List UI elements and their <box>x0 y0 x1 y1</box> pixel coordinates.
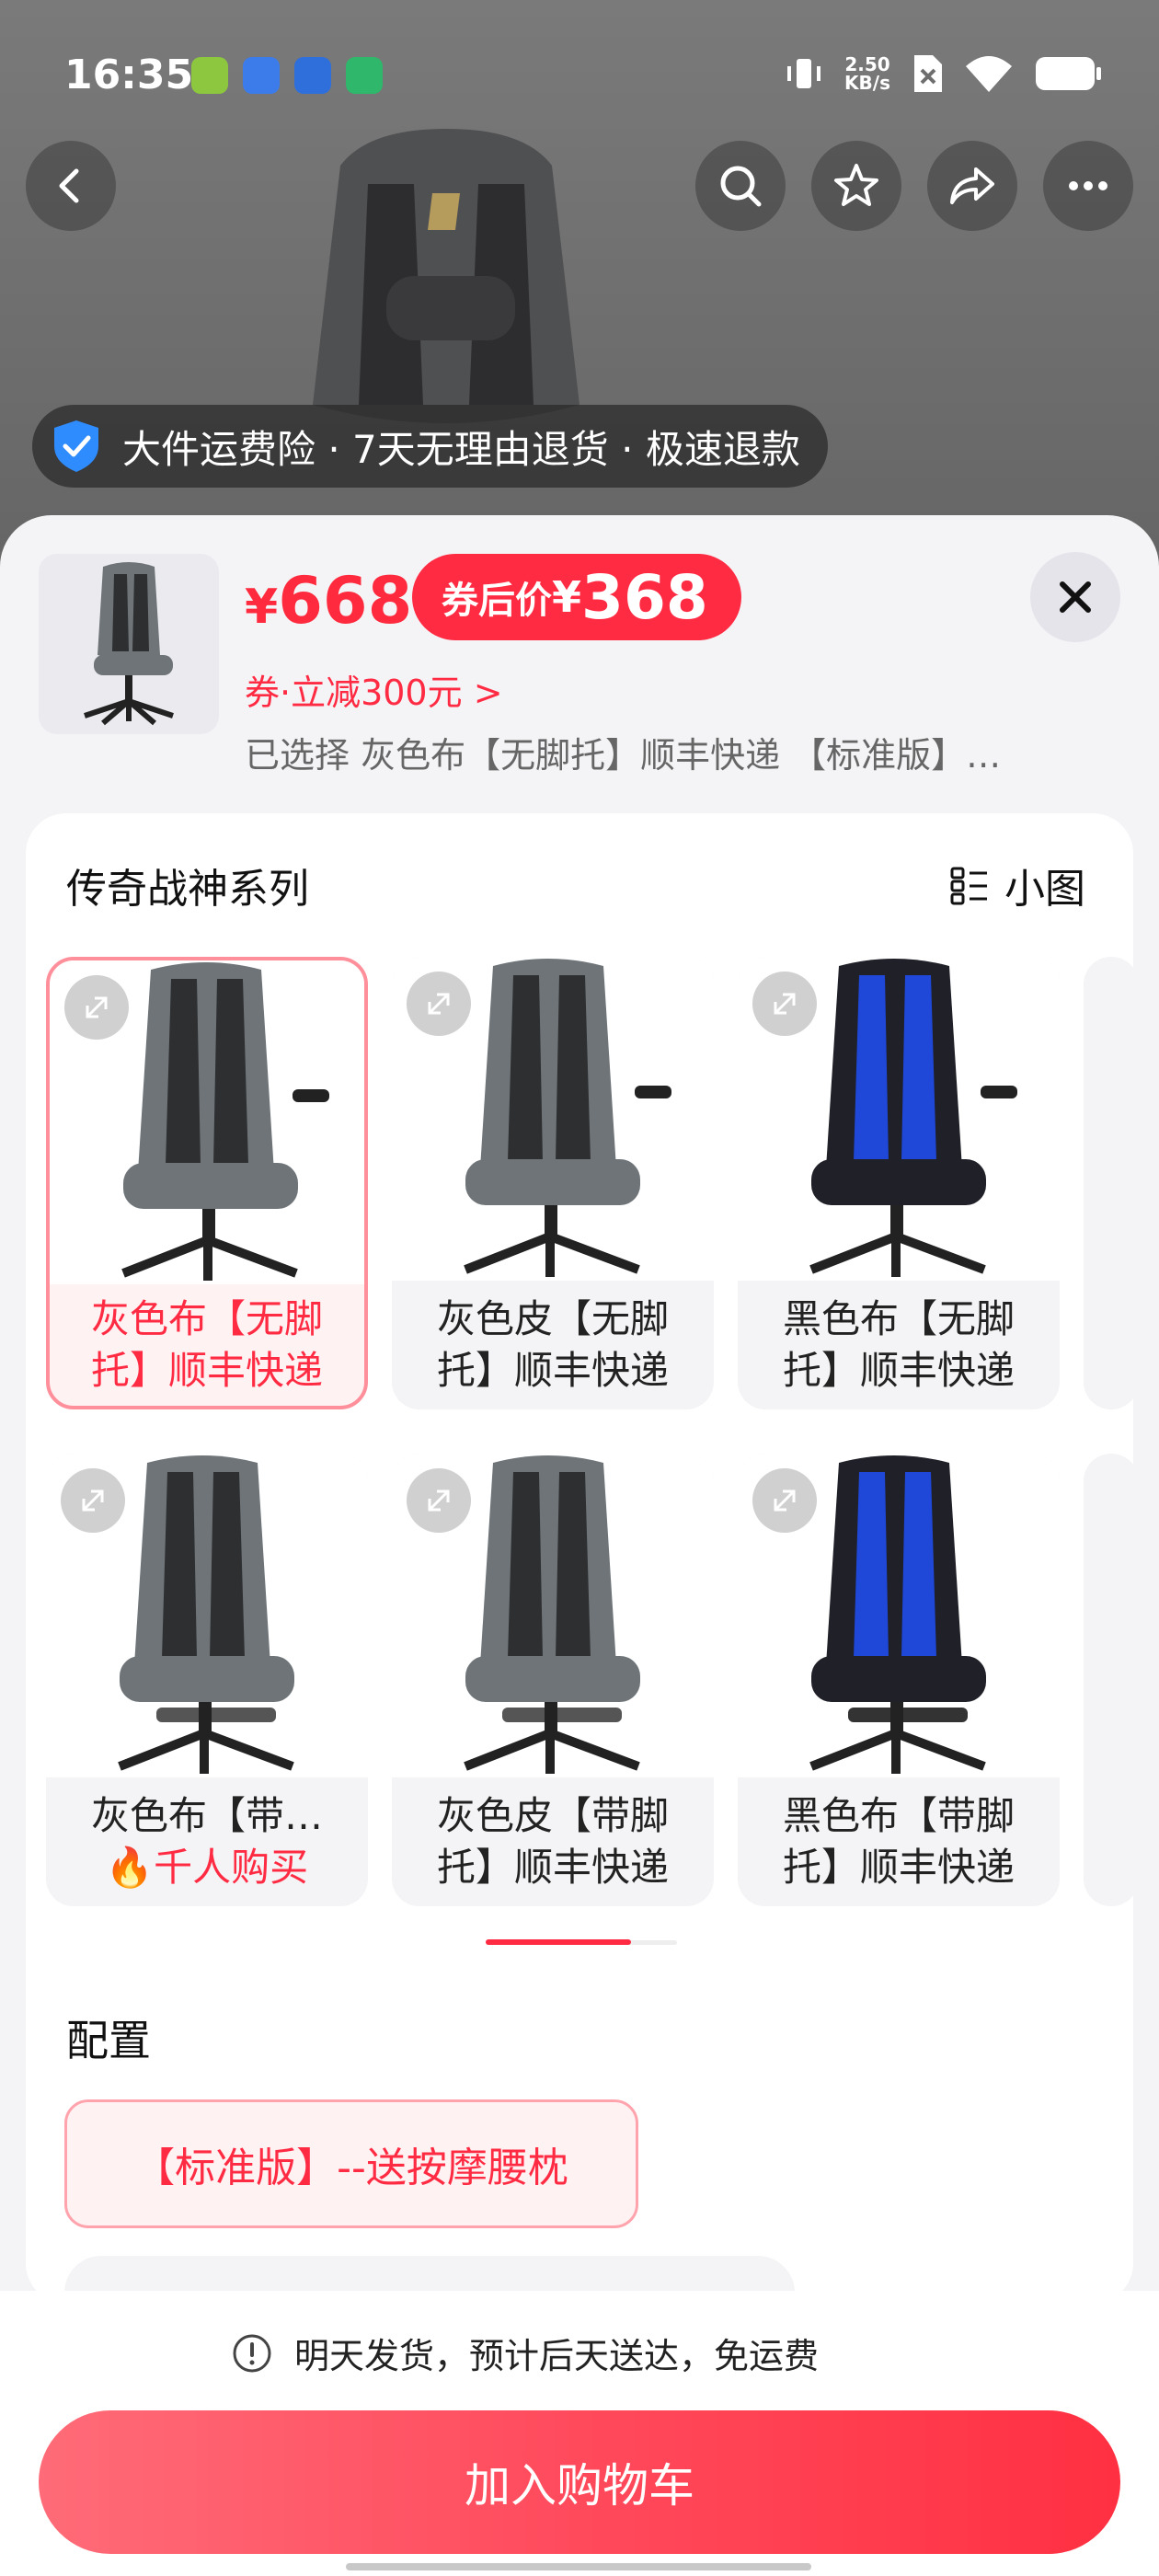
original-price: ¥668 <box>245 563 412 638</box>
flame-icon: 🔥 <box>105 1845 155 1890</box>
chair-thumbnail-image <box>84 562 174 726</box>
status-time: 16:35 <box>64 52 194 98</box>
pie-app-icon <box>294 57 331 94</box>
variant-label: 黑色布【带脚托】顺丰快递 <box>782 1793 1015 1890</box>
expand-icon <box>774 993 796 1015</box>
bubble-app-icon <box>243 57 280 94</box>
service-promo-banner: 大件运费险 · 7天无理由退货 · 极速退款 <box>32 405 828 488</box>
more-button[interactable] <box>1043 141 1133 231</box>
close-icon <box>1060 581 1091 613</box>
share-button[interactable] <box>927 141 1017 231</box>
selected-sku-thumbnail[interactable] <box>39 554 219 734</box>
leaf-app-icon <box>346 57 383 94</box>
network-speed-unit: KB/s <box>844 72 890 94</box>
view-toggle-label: 小图 <box>1004 866 1085 913</box>
series-title: 传奇战神系列 <box>66 866 309 913</box>
clipboard-app-icon <box>191 57 228 94</box>
variant-label: 黑色布【无脚托】顺丰快递 <box>782 1296 1015 1393</box>
coupon-price-label: 券后价 <box>442 580 552 622</box>
search-button[interactable] <box>695 141 786 231</box>
share-icon <box>950 167 994 204</box>
expand-icon <box>86 996 108 1018</box>
variant-tile[interactable]: 灰色布【带… 🔥千人购买 <box>46 1454 368 1906</box>
popularity-badge: 🔥千人购买 <box>106 1842 308 1893</box>
close-sheet-button[interactable] <box>1030 552 1120 642</box>
add-to-cart-button[interactable]: 加入购物车 <box>39 2410 1120 2554</box>
variant-tile[interactable]: 灰色皮【无脚托】顺丰快递 <box>392 957 714 1409</box>
back-arrow-icon <box>59 168 79 203</box>
home-indicator[interactable] <box>346 2563 811 2570</box>
battery-icon <box>1036 57 1101 90</box>
shipping-text: 明天发货，预计后天送达，免运费 <box>294 2336 820 2376</box>
variant-label: 灰色皮【带脚托】顺丰快递 <box>436 1793 669 1890</box>
network-speed-value: 2.50 <box>844 53 890 75</box>
view-toggle-button[interactable]: 小图 <box>949 856 1085 914</box>
status-bar: 16:35 2.50 KB/s <box>0 0 1159 147</box>
expand-image-button[interactable] <box>61 1468 125 1533</box>
no-sim-icon <box>914 55 942 92</box>
star-icon <box>834 164 878 206</box>
service-promo-text: 大件运费险 · 7天无理由退货 · 极速退款 <box>122 426 800 472</box>
wifi-icon <box>966 56 1012 92</box>
list-view-icon <box>950 867 987 905</box>
info-icon <box>233 2334 271 2372</box>
variant-image <box>738 957 1060 1281</box>
search-icon <box>720 166 762 207</box>
coupon-price-value: 368 <box>581 561 708 633</box>
variant-tile-partial[interactable] <box>1084 1454 1139 1906</box>
notification-icons <box>191 57 383 94</box>
variant-image <box>50 960 364 1284</box>
config-section-title: 配置 <box>66 2016 151 2065</box>
variant-image <box>392 957 714 1281</box>
coupon-price-currency: ¥ <box>552 572 582 622</box>
expand-image-button[interactable] <box>752 1468 817 1533</box>
variant-image <box>738 1454 1060 1777</box>
variant-image <box>392 1454 714 1777</box>
expand-icon <box>428 993 450 1015</box>
expand-icon <box>774 1489 796 1512</box>
variant-label: 灰色布【带… <box>90 1793 323 1838</box>
price-currency: ¥ <box>245 580 279 635</box>
variant-tile-partial[interactable] <box>1084 957 1139 1409</box>
more-icon <box>1069 181 1107 190</box>
config-option-standard[interactable]: 【标准版】--送按摩腰枕 <box>64 2099 638 2228</box>
selected-sku-summary: 已选择 灰色布【无脚托】顺丰快递 【标准版】… <box>245 735 1002 776</box>
expand-icon <box>428 1489 450 1512</box>
variant-tile[interactable]: 灰色皮【带脚托】顺丰快递 <box>392 1454 714 1906</box>
vibrate-icon <box>787 59 821 88</box>
system-status-icons: 2.50 KB/s <box>784 53 1102 94</box>
variant-label: 灰色皮【无脚托】顺丰快递 <box>436 1296 669 1393</box>
variant-label-group: 灰色布【带… 🔥千人购买 <box>46 1777 368 1906</box>
expand-image-button[interactable] <box>64 975 129 1040</box>
expand-image-button[interactable] <box>407 1468 471 1533</box>
back-button[interactable] <box>26 141 116 231</box>
variant-tile[interactable]: 黑色布【带脚托】顺丰快递 <box>738 1454 1060 1906</box>
shipping-info: 明天发货，预计后天送达，免运费 <box>232 2328 819 2378</box>
expand-image-button[interactable] <box>752 972 817 1036</box>
coupon-discount-link[interactable]: 券·立减300元 > <box>245 664 503 715</box>
favorite-button[interactable] <box>811 141 901 231</box>
variants-scroll-thumb[interactable] <box>486 1939 631 1945</box>
price-value: 668 <box>278 563 413 638</box>
variant-tile[interactable]: 黑色布【无脚托】顺丰快递 <box>738 957 1060 1409</box>
expand-icon <box>82 1489 104 1512</box>
variant-image <box>46 1454 368 1777</box>
variant-tile[interactable]: 灰色布【无脚托】顺丰快递 <box>46 957 368 1409</box>
popularity-text: 千人购买 <box>154 1845 309 1890</box>
shield-check-icon <box>54 420 98 472</box>
expand-image-button[interactable] <box>407 972 471 1036</box>
coupon-price-pill: 券后价 ¥368 <box>412 554 741 640</box>
variant-label: 灰色布【无脚托】顺丰快递 <box>90 1296 323 1393</box>
network-speed: 2.50 KB/s <box>844 55 890 92</box>
